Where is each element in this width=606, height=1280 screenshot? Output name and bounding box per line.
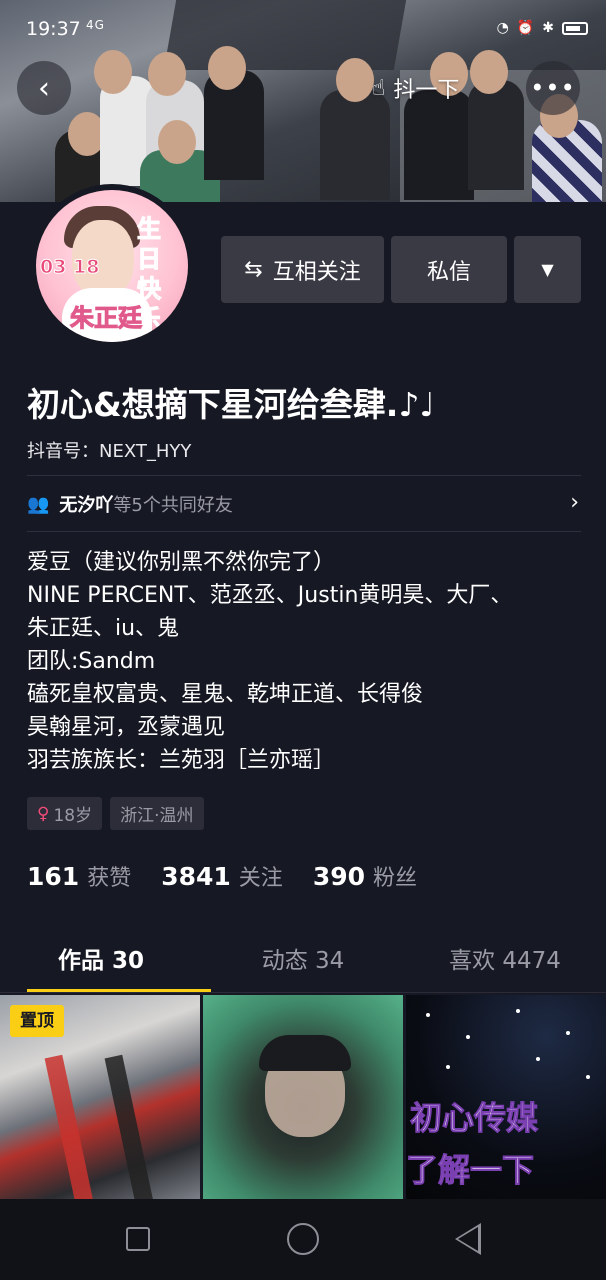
profile-nickname: 初心&想摘下星河给叁肆.♪♩ [27, 385, 435, 424]
bio-line: 爱豆（建议你别黑不然你完了） [27, 550, 336, 575]
recents-button[interactable] [126, 1227, 150, 1251]
avatar-date-text: 03 18 [40, 256, 100, 279]
cover-person [468, 80, 524, 190]
douyin-id-label: 抖音号： [27, 441, 99, 462]
chevron-right-icon: › [570, 490, 579, 515]
video-thumbnail[interactable]: 置顶 [0, 995, 200, 1199]
mutual-friends-row[interactable]: 👥 无汐吖 等5个共同好友 › [27, 476, 581, 532]
bio-line: 昊翰星河，丞蒙遇见 [27, 715, 226, 740]
battery-icon [562, 21, 588, 35]
more-button[interactable]: ••• [526, 61, 580, 115]
status-bar: 19:37 4G ◔ ⏰ ✱ [0, 0, 606, 60]
video-thumbnail[interactable] [203, 995, 403, 1199]
star-decoration [586, 1075, 590, 1079]
age-tag: ♀ 18岁 [27, 797, 103, 830]
bio-line: 朱正廷、iu、鬼 [27, 616, 180, 641]
more-dropdown-button[interactable]: ▼ [514, 236, 581, 303]
stat-label: 关注 [238, 866, 283, 891]
profile-bio: 爱豆（建议你别黑不然你完了） NINE PERCENT、范丞丞、Justin黄明… [27, 546, 587, 777]
system-nav-bar [0, 1199, 606, 1280]
stat-followers[interactable]: 390 粉丝 [313, 860, 417, 892]
shake-label: 抖一下 [393, 78, 460, 103]
douyin-id: 抖音号：NEXT_HYY [27, 437, 191, 463]
video-grid: 置顶 初心传媒 了解一下 [0, 995, 606, 1199]
bio-line: 羽芸族族长：兰苑羽［兰亦瑶］ [27, 748, 336, 773]
avatar[interactable]: 生日快乐 03 18 朱正廷 [36, 190, 188, 342]
tab-works[interactable]: 作品 30 [0, 930, 211, 992]
star-decoration [426, 1013, 430, 1017]
divider [27, 531, 581, 532]
tab-likes[interactable]: 喜欢 4474 [404, 930, 606, 992]
profile-tabs: 作品 30 动态 34 喜欢 4474 [0, 930, 606, 992]
back-icon: ‹ [38, 70, 50, 106]
profile-stats: 161 获赞 3841 关注 390 粉丝 [27, 860, 417, 892]
hand-icon: ☝ [372, 75, 386, 101]
avatar-name-text: 朱正廷 [70, 304, 143, 333]
age-label: 18岁 [53, 806, 93, 826]
cover-person-head [336, 58, 374, 102]
stat-likes: 161 获赞 [27, 860, 131, 892]
bio-line: 团队:Sandm [27, 649, 156, 674]
stat-label: 获赞 [87, 866, 132, 891]
star-decoration [516, 1009, 520, 1013]
home-button[interactable] [287, 1223, 319, 1255]
stat-number: 161 [27, 862, 80, 891]
triangle-down-icon: ▼ [541, 260, 554, 279]
bluetooth-icon: ✱ [542, 20, 554, 36]
douyin-id-value: NEXT_HYY [99, 441, 192, 462]
mutual-friend-name: 无汐吖 [59, 495, 114, 516]
star-decoration [536, 1057, 540, 1061]
thumbnail-text: 了解一下 [406, 1151, 535, 1190]
star-decoration [566, 1031, 570, 1035]
stat-number: 390 [312, 862, 365, 891]
message-label: 私信 [426, 259, 471, 285]
status-time: 19:37 [26, 18, 81, 40]
swap-arrows-icon: ⇆ [244, 257, 263, 282]
alarm-icon: ⏰ [516, 20, 535, 36]
location-label: 浙江·温州 [120, 806, 194, 826]
video-thumbnail[interactable]: 初心传媒 了解一下 [406, 995, 606, 1199]
people-icon: 👥 [27, 493, 50, 515]
back-button[interactable]: ‹ [17, 61, 71, 115]
female-icon: ♀ [37, 803, 50, 824]
thumbnail-shape [44, 1054, 94, 1199]
message-button[interactable]: 私信 [391, 236, 507, 303]
location-tag: 浙江·温州 [110, 797, 204, 830]
mutual-follow-label: 互相关注 [272, 259, 361, 285]
thumbnail-shape [104, 1054, 154, 1199]
cover-person [320, 90, 390, 200]
thumbnail-shape [259, 1035, 351, 1071]
star-decoration [466, 1035, 470, 1039]
bio-line: NINE PERCENT、范丞丞、Justin黄明昊、大厂、 [27, 583, 513, 608]
tabs-divider [0, 992, 606, 993]
stat-following[interactable]: 3841 关注 [161, 860, 283, 892]
pinned-badge: 置顶 [10, 1005, 64, 1037]
status-icons: ◔ ⏰ ✱ [497, 20, 588, 36]
more-icon: ••• [530, 74, 576, 102]
cover-person [404, 90, 474, 200]
bio-line: 磕死皇权富贵、星鬼、乾坤正道、长得俊 [27, 682, 424, 707]
mutual-follow-button[interactable]: ⇆ 互相关注 [221, 236, 384, 303]
stat-label: 粉丝 [373, 866, 418, 891]
system-back-button[interactable] [455, 1223, 481, 1255]
shake-button[interactable]: ☝ 抖一下 [372, 72, 459, 104]
stat-number: 3841 [161, 862, 231, 891]
star-decoration [446, 1065, 450, 1069]
nfc-icon: ◔ [496, 20, 509, 36]
profile-tags: ♀ 18岁 浙江·温州 [27, 797, 204, 830]
mutual-friend-count: 等5个共同好友 [113, 495, 233, 516]
tab-moments[interactable]: 动态 34 [202, 930, 404, 992]
signal-icon: 4G [86, 18, 105, 32]
cover-person-head [158, 120, 196, 164]
thumbnail-text: 初心传媒 [409, 1099, 539, 1138]
